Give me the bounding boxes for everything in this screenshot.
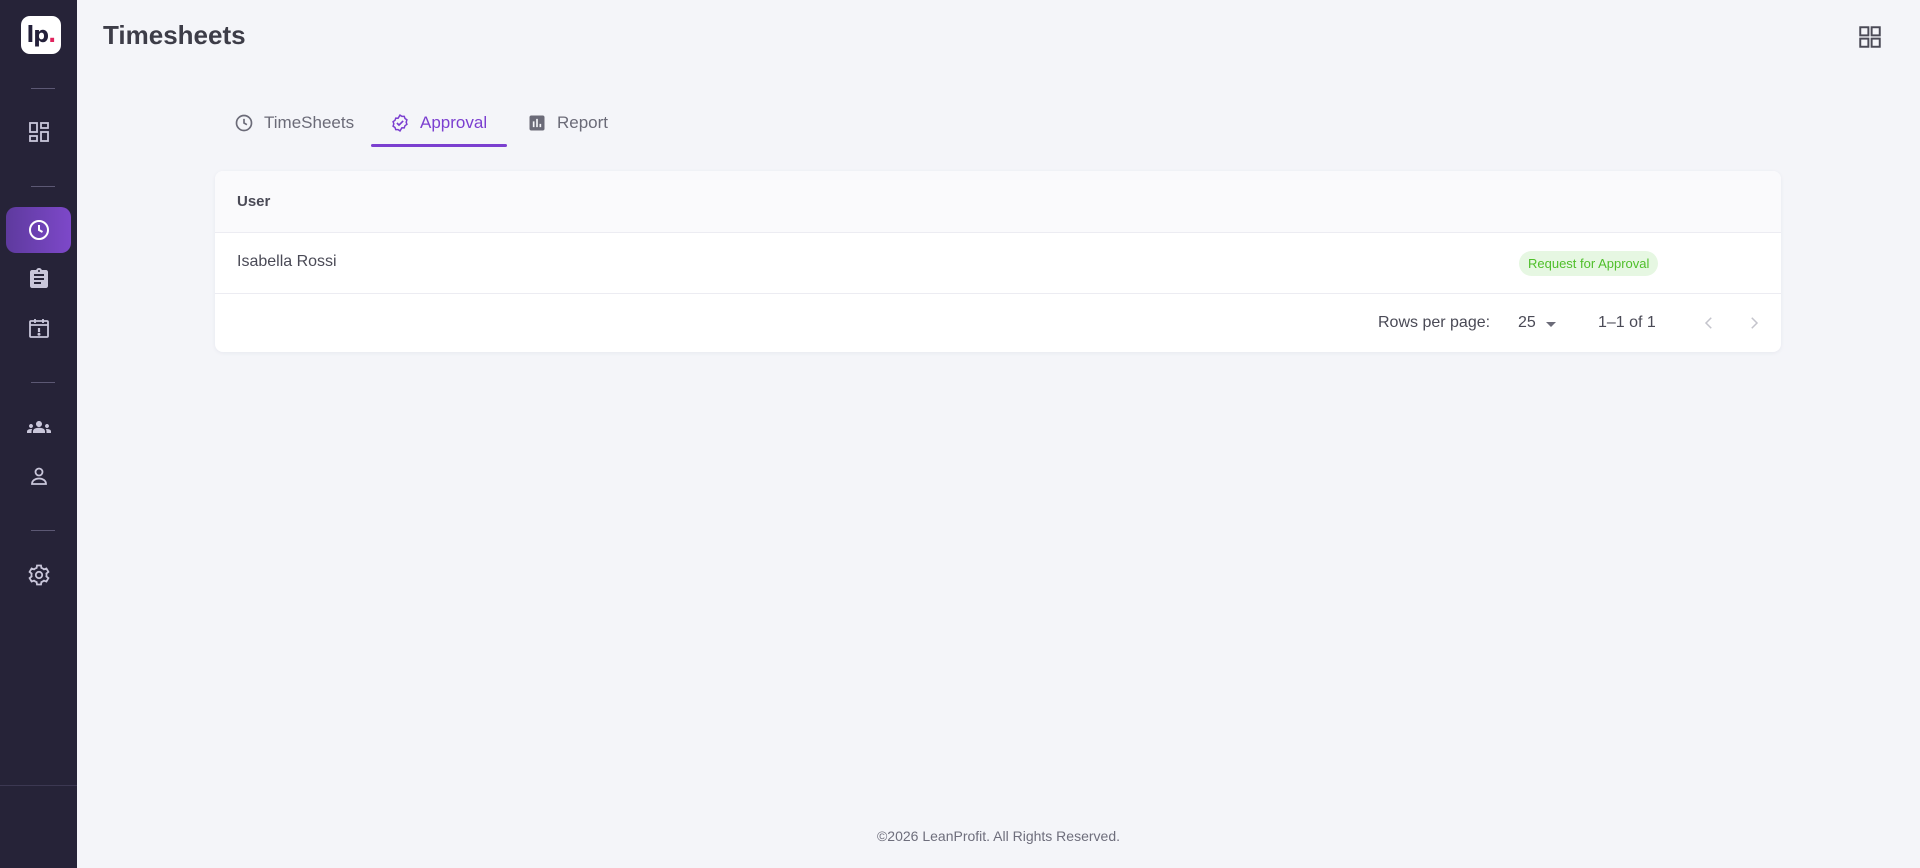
pagination-range: 1–1 of 1 — [1598, 314, 1656, 331]
apps-menu-button[interactable] — [1857, 24, 1883, 50]
sidebar-item-teams[interactable] — [6, 404, 71, 450]
calendar-alert-icon — [28, 319, 49, 338]
rows-per-page-select[interactable]: 25 — [1518, 311, 1556, 335]
sidebar-divider — [31, 186, 55, 187]
tab-timesheets[interactable]: TimeSheets — [234, 99, 354, 147]
rows-per-page-value: 25 — [1518, 314, 1536, 331]
clock-icon — [235, 114, 253, 132]
apps-grid-icon — [1859, 26, 1881, 48]
user-name: Isabella Rossi — [237, 253, 337, 270]
chevron-left-icon — [1704, 317, 1712, 329]
sidebar-divider — [31, 382, 55, 383]
sidebar-item-timesheets[interactable] — [6, 207, 71, 253]
clock-icon — [28, 220, 49, 240]
sidebar-bottom-divider — [0, 785, 77, 786]
bar-chart-icon — [529, 115, 545, 131]
dashboard-icon — [28, 122, 49, 142]
column-header-user[interactable]: User — [237, 193, 270, 210]
status-badge: Request for Approval — [1519, 251, 1659, 276]
sidebar-divider — [31, 88, 55, 89]
active-tab-indicator — [371, 144, 507, 147]
logo-dot: . — [47, 22, 56, 48]
tab-label: Report — [557, 113, 609, 132]
tab-report[interactable]: Report — [527, 99, 608, 147]
table-header: User — [215, 171, 1781, 233]
previous-page-button[interactable] — [1695, 309, 1723, 337]
approval-table: User Isabella Rossi Request for Approval… — [215, 171, 1781, 352]
footer-copyright: ©2026 LeanProfit. All Rights Reserved. — [876, 828, 1120, 844]
verified-badge-icon — [392, 114, 408, 132]
sidebar-divider — [31, 530, 55, 531]
rows-per-page-label: Rows per page: — [1378, 314, 1491, 331]
group-icon — [26, 421, 51, 433]
sidebar-item-settings[interactable] — [6, 552, 71, 598]
sidebar: lp. — [0, 0, 77, 868]
person-icon — [30, 467, 47, 485]
caret-down-icon — [1545, 322, 1556, 327]
chevron-right-icon — [1751, 317, 1759, 329]
page-title: Timesheets — [103, 20, 246, 50]
sidebar-item-tasks[interactable] — [6, 256, 71, 302]
sidebar-item-dashboard[interactable] — [6, 109, 71, 155]
sidebar-item-users[interactable] — [6, 453, 71, 499]
tab-approval[interactable]: Approval — [390, 99, 487, 147]
gear-icon — [27, 564, 50, 586]
pagination: Rows per page: 25 1–1 of 1 — [215, 294, 1781, 352]
tab-label: Approval — [420, 113, 488, 132]
table-row[interactable]: Isabella Rossi Request for Approval — [215, 233, 1781, 294]
clipboard-icon — [29, 268, 48, 288]
next-page-button[interactable] — [1740, 309, 1768, 337]
sidebar-item-leave[interactable] — [6, 305, 71, 351]
logo[interactable]: lp. — [21, 16, 61, 54]
logo-text: lp — [26, 22, 49, 48]
tab-label: TimeSheets — [264, 113, 355, 132]
